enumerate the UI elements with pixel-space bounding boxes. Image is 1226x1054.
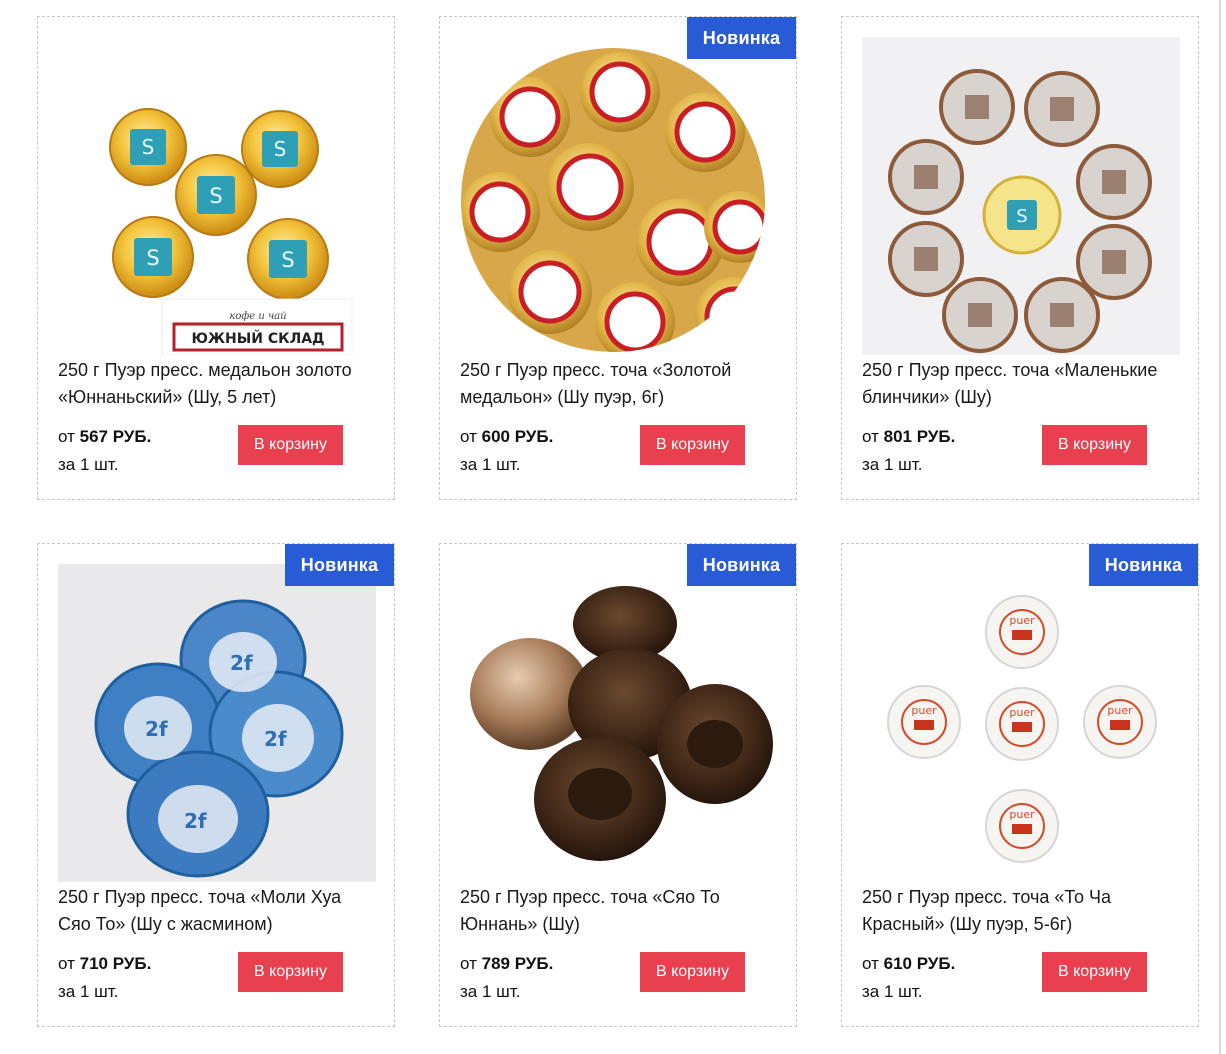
new-badge: Новинка — [285, 544, 394, 586]
product-card: 2f 2f 2f 2f Новинка 250 г Пуэр пресс. точа… — [37, 543, 395, 1027]
product-image[interactable]: S — [862, 37, 1180, 355]
product-title[interactable]: 250 г Пуэр пресс. точа «Маленькие блинчи… — [862, 357, 1182, 411]
add-to-cart-button[interactable]: В корзину — [238, 425, 343, 465]
svg-text:2f: 2f — [184, 809, 207, 833]
price-line: от 600 РУБ. — [460, 427, 553, 447]
svg-text:puer: puer — [1009, 808, 1035, 821]
product-title[interactable]: 250 г Пуэр пресс. точа «Сяо То Юннань» (… — [460, 884, 780, 938]
product-image[interactable]: 2f 2f 2f 2f — [58, 564, 376, 882]
tea-medallion-icon: S — [175, 154, 257, 236]
price-unit: за 1 шт. — [460, 982, 521, 1001]
product-image[interactable] — [460, 37, 778, 355]
scrollbar-edge — [1219, 0, 1221, 1054]
price-unit: за 1 шт. — [862, 455, 923, 474]
price-unit: за 1 шт. — [58, 455, 119, 474]
product-title[interactable]: 250 г Пуэр пресс. медальон золото «Юннан… — [58, 357, 378, 411]
price-prefix: от — [862, 427, 879, 446]
svg-text:puer: puer — [911, 704, 937, 717]
price-prefix: от — [58, 954, 75, 973]
product-image[interactable] — [460, 564, 778, 882]
svg-text:S: S — [1016, 206, 1027, 227]
price-line: от 710 РУБ. — [58, 954, 151, 974]
product-card: puer puer puer puer puer Новинка 250 г П… — [841, 543, 1199, 1027]
price-value: 567 РУБ. — [79, 427, 152, 446]
product-title[interactable]: 250 г Пуэр пресс. точа «Моли Хуа Сяо То»… — [58, 884, 378, 938]
price-value: 801 РУБ. — [883, 427, 956, 446]
price-value: 710 РУБ. — [79, 954, 152, 973]
price-line: от 567 РУБ. — [58, 427, 151, 447]
price-value: 600 РУБ. — [481, 427, 554, 446]
price-prefix: от — [460, 427, 477, 446]
svg-text:puer: puer — [1107, 704, 1133, 717]
svg-text:puer: puer — [1009, 706, 1035, 719]
add-to-cart-button[interactable]: В корзину — [640, 952, 745, 992]
product-card: Новинка 250 г Пуэр пресс. точа «Сяо То Ю… — [439, 543, 797, 1027]
product-title[interactable]: 250 г Пуэр пресс. точа «То Ча Красный» (… — [862, 884, 1182, 938]
svg-text:puer: puer — [1009, 614, 1035, 627]
tea-medallion-icon: S — [109, 108, 187, 186]
svg-text:2f: 2f — [145, 717, 168, 741]
svg-text:ЮЖНЫЙ СКЛАД: ЮЖНЫЙ СКЛАД — [191, 330, 324, 347]
shop-watermark-logo: кофе и чай ЮЖНЫЙ СКЛАД — [161, 298, 353, 355]
add-to-cart-button[interactable]: В корзину — [1042, 425, 1147, 465]
price-value: 610 РУБ. — [883, 954, 956, 973]
add-to-cart-button[interactable]: В корзину — [238, 952, 343, 992]
price-unit: за 1 шт. — [58, 982, 119, 1001]
new-badge: Новинка — [1089, 544, 1198, 586]
svg-text:S: S — [281, 248, 294, 272]
svg-text:S: S — [209, 184, 222, 208]
product-image[interactable]: S S S S S кофе и чай ЮЖНЫЙ СКЛАД — [58, 37, 376, 355]
tea-medallion-icon: S — [112, 216, 194, 298]
svg-text:2f: 2f — [230, 651, 253, 675]
svg-text:S: S — [142, 135, 155, 159]
price-line: от 610 РУБ. — [862, 954, 955, 974]
svg-text:S: S — [146, 246, 159, 270]
price-prefix: от — [460, 954, 477, 973]
product-card: S 250 г Пуэр пресс. точа «Маленькие блин… — [841, 16, 1199, 500]
product-image[interactable]: puer puer puer puer puer — [862, 564, 1180, 882]
svg-text:2f: 2f — [264, 727, 287, 751]
price-value: 789 РУБ. — [481, 954, 554, 973]
price-line: от 789 РУБ. — [460, 954, 553, 974]
price-unit: за 1 шт. — [460, 455, 521, 474]
product-title[interactable]: 250 г Пуэр пресс. точа «Золотой медальон… — [460, 357, 780, 411]
new-badge: Новинка — [687, 17, 796, 59]
price-line: от 801 РУБ. — [862, 427, 955, 447]
price-unit: за 1 шт. — [862, 982, 923, 1001]
new-badge: Новинка — [687, 544, 796, 586]
tea-medallion-icon: S — [247, 218, 329, 300]
product-card: S S S S S кофе и чай ЮЖНЫЙ СКЛАД 250 г П… — [37, 16, 395, 500]
tea-medallion-icon: S — [241, 110, 319, 188]
svg-text:кофе и чай: кофе и чай — [229, 311, 286, 322]
add-to-cart-button[interactable]: В корзину — [640, 425, 745, 465]
svg-text:S: S — [274, 137, 287, 161]
price-prefix: от — [58, 427, 75, 446]
add-to-cart-button[interactable]: В корзину — [1042, 952, 1147, 992]
product-card: Новинка 250 г Пуэр пресс. точа «Золотой … — [439, 16, 797, 500]
price-prefix: от — [862, 954, 879, 973]
